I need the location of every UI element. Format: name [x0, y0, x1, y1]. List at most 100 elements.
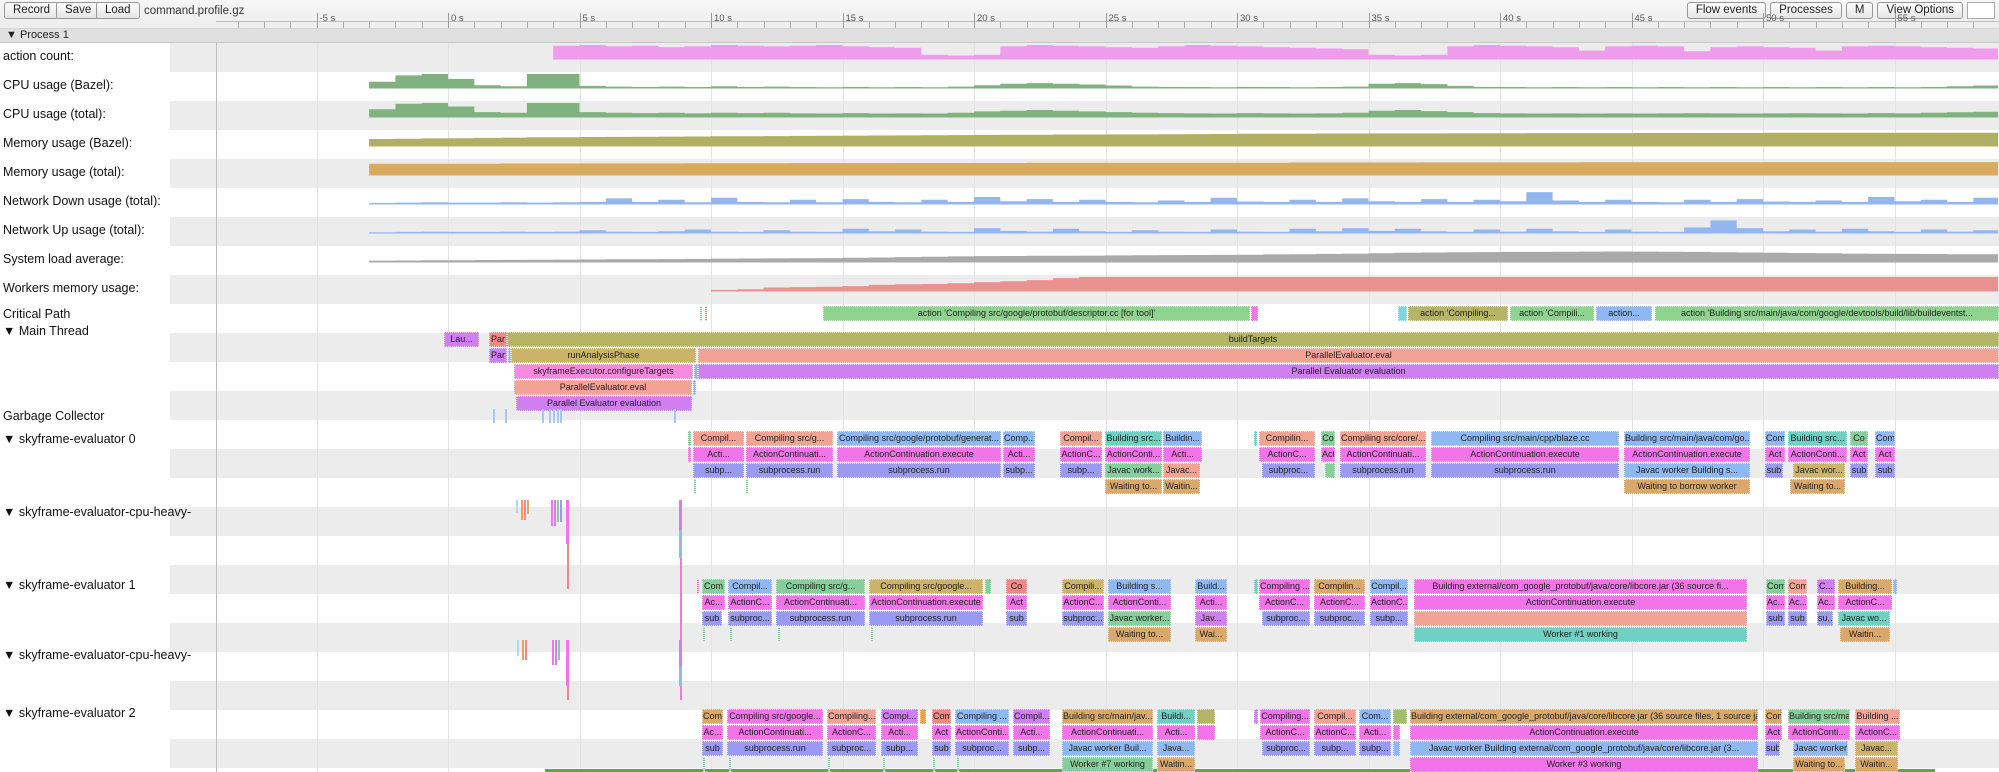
track-bar[interactable]: Ac...: [702, 725, 723, 740]
thread-label-1[interactable]: ▼ skyframe-evaluator-cpu-heavy-: [3, 505, 191, 519]
track-bar[interactable]: sub: [1765, 463, 1783, 478]
track-bar[interactable]: Build...: [1195, 579, 1227, 594]
event-tick[interactable]: [522, 640, 524, 660]
track-bar[interactable]: action...: [1596, 306, 1652, 321]
track-bar[interactable]: subp...: [1003, 463, 1035, 478]
track-bar[interactable]: ActionC...: [728, 595, 772, 610]
track-bar[interactable]: Act: [1765, 725, 1782, 740]
track-bar[interactable]: [1393, 725, 1400, 740]
track-bar[interactable]: subp...: [1370, 611, 1408, 626]
gc-event-tick[interactable]: [674, 409, 676, 423]
track-bar[interactable]: Worker #7 working: [1062, 757, 1153, 772]
track-bar[interactable]: Compiling src/google...: [727, 709, 823, 724]
cpu-usage-total-chart[interactable]: [0, 102, 1999, 118]
track-bar[interactable]: [1393, 709, 1407, 724]
track-bar[interactable]: [920, 709, 926, 724]
track-bar[interactable]: ActionContinuation.execute: [1414, 595, 1747, 610]
track-bar[interactable]: skyframeExecutor.configureTargets: [514, 364, 693, 379]
track-bar[interactable]: ActionC...: [1370, 595, 1408, 610]
track-bar[interactable]: subprocess.run: [746, 463, 833, 478]
gc-event-tick[interactable]: [557, 409, 559, 423]
track-bar[interactable]: Building ...: [1855, 709, 1900, 724]
track-bar[interactable]: Compilin...: [1314, 579, 1365, 594]
event-tick[interactable]: [521, 500, 523, 520]
track-bar[interactable]: Ac...: [1817, 595, 1835, 610]
track-bar[interactable]: ActionConti...: [955, 725, 1009, 740]
track-bar[interactable]: Building src...: [1788, 431, 1847, 446]
track-bar[interactable]: [1251, 306, 1258, 321]
track-bar[interactable]: Waiting to borrow worker: [1624, 479, 1750, 494]
track-bar[interactable]: subproc...: [1262, 611, 1310, 626]
track-bar[interactable]: [1197, 725, 1215, 740]
gc-event-tick[interactable]: [549, 409, 551, 423]
track-bar[interactable]: subprocess.run: [837, 463, 1001, 478]
track-bar[interactable]: subprocess.run: [869, 611, 983, 626]
track-bar[interactable]: [694, 479, 696, 494]
track-bar[interactable]: Worker #3 working: [1410, 757, 1758, 772]
track-bar[interactable]: Comp...: [1003, 431, 1035, 446]
track-bar[interactable]: Com: [1766, 579, 1785, 594]
metadata-button[interactable]: M: [1846, 2, 1874, 19]
track-bar[interactable]: Acti...: [1195, 595, 1227, 610]
record-button[interactable]: Record: [4, 2, 59, 19]
track-bar[interactable]: ActionConti...: [1788, 447, 1847, 462]
track-bar[interactable]: sub: [1875, 463, 1895, 478]
track-bar[interactable]: Javac wo...: [1838, 611, 1890, 626]
track-bar[interactable]: sub: [1765, 741, 1780, 756]
gc-event-tick[interactable]: [560, 409, 562, 423]
track-bar[interactable]: Wai...: [1195, 627, 1227, 642]
track-bar[interactable]: [693, 380, 696, 395]
track-bar[interactable]: ActionC...: [827, 725, 876, 740]
track-bar[interactable]: ParallelEvaluator.eval: [514, 380, 692, 395]
track-bar[interactable]: [703, 627, 705, 642]
track-bar[interactable]: ActionContinuati...: [776, 595, 865, 610]
track-bar[interactable]: ActionConti...: [1108, 595, 1171, 610]
track-bar[interactable]: subp...: [1013, 741, 1050, 756]
track-bar[interactable]: Waitin...: [1163, 479, 1200, 494]
critical-path-label[interactable]: Critical Path: [3, 307, 70, 321]
thread-label-3[interactable]: ▼ skyframe-evaluator-cpu-heavy-: [3, 648, 191, 662]
track-bar[interactable]: Acti...: [1003, 447, 1035, 462]
track-bar[interactable]: Ac...: [1766, 595, 1785, 610]
event-tick[interactable]: [551, 500, 553, 526]
memory-usage-total-chart[interactable]: [0, 160, 1999, 176]
track-bar[interactable]: Acti...: [1157, 725, 1195, 740]
track-bar[interactable]: Worker #1 working: [1414, 627, 1747, 642]
network-up-usage-total-chart[interactable]: [0, 218, 1999, 234]
track-bar[interactable]: Act: [1875, 447, 1895, 462]
track-bar[interactable]: Waiting to...: [1793, 757, 1845, 772]
event-tick[interactable]: [679, 530, 682, 558]
track-bar[interactable]: Acti...: [1013, 725, 1050, 740]
track-bar[interactable]: [1393, 741, 1400, 756]
track-bar[interactable]: ActionContinuati...: [1062, 725, 1153, 740]
track-bar[interactable]: [746, 479, 748, 494]
track-bar[interactable]: sub: [1006, 611, 1027, 626]
track-bar[interactable]: [871, 627, 873, 642]
track-bar[interactable]: Compiling ...: [1259, 579, 1310, 594]
track-bar[interactable]: [1398, 306, 1407, 321]
event-tick[interactable]: [566, 500, 569, 544]
track-bar[interactable]: [778, 627, 780, 642]
track-bar[interactable]: Act: [1321, 447, 1335, 462]
track-bar[interactable]: Java...: [1157, 741, 1195, 756]
track-bar[interactable]: ActionContinuati...: [727, 725, 823, 740]
track-bar[interactable]: Act: [1850, 447, 1868, 462]
track-bar[interactable]: sub: [932, 741, 951, 756]
track-bar[interactable]: Compiling src/g...: [776, 579, 865, 594]
process-header[interactable]: ▼ Process 1: [0, 28, 1999, 43]
track-bar[interactable]: Parallel Evaluator evaluation: [698, 364, 1999, 379]
track-bar[interactable]: Com: [1875, 431, 1895, 446]
track-bar[interactable]: Compil...: [1013, 709, 1050, 724]
event-tick[interactable]: [525, 640, 527, 660]
track-bar[interactable]: Com: [1765, 709, 1782, 724]
track-bar[interactable]: Acti...: [881, 725, 918, 740]
track-bar[interactable]: Waiting to...: [1105, 479, 1162, 494]
track-bar[interactable]: Com: [1765, 431, 1785, 446]
track-bar[interactable]: Ac...: [702, 595, 725, 610]
track-bar[interactable]: Javac worker Buil...: [1062, 741, 1153, 756]
track-bar[interactable]: sub: [702, 741, 723, 756]
track-bar[interactable]: ActionContinuation.execute: [1410, 725, 1758, 740]
event-tick[interactable]: [680, 558, 682, 640]
track-bar[interactable]: subprocess.run: [727, 741, 823, 756]
track-bar[interactable]: Compiling src/g...: [746, 431, 833, 446]
